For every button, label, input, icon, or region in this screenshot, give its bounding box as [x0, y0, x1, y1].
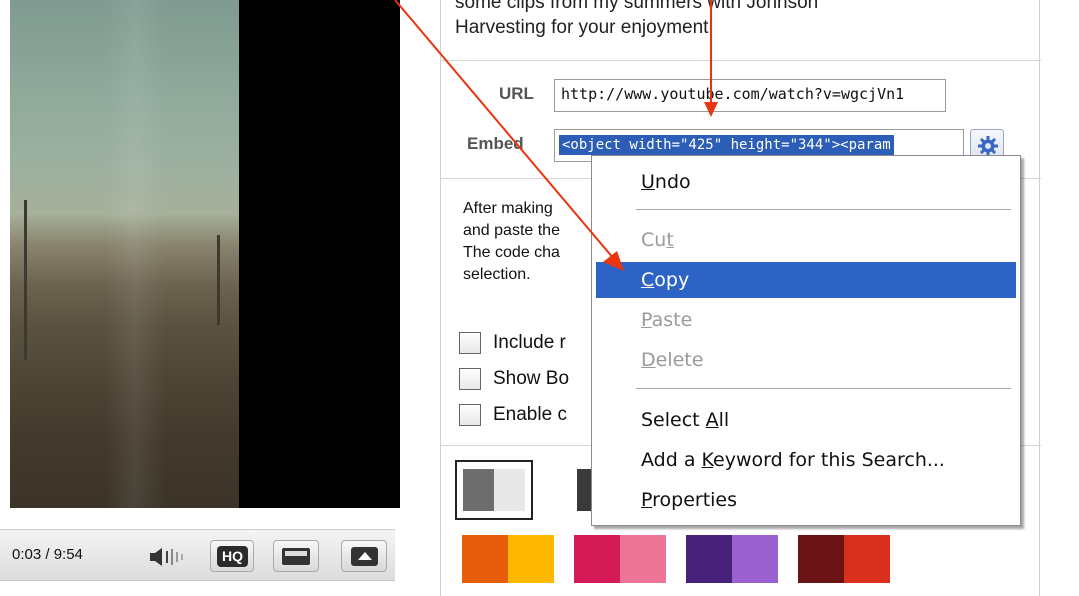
utility-pole [24, 200, 27, 360]
swatch-color-block [574, 535, 620, 583]
embed-label: Embed [467, 134, 524, 153]
menu-item-accesskey: C [641, 269, 655, 291]
swatch-color-block [463, 469, 494, 511]
color-swatch[interactable] [463, 469, 525, 511]
swatch-color-block [494, 469, 525, 511]
hq-label: HQ [217, 546, 248, 567]
url-field[interactable]: http://www.youtube.com/watch?v=wgcjVn1 [554, 79, 946, 112]
menu-item-accesskey: t [666, 229, 674, 251]
option-label: Include r [493, 332, 566, 353]
menu-item-add-keyword[interactable]: Add a Keyword for this Search... [596, 442, 1016, 478]
checkbox[interactable] [459, 368, 481, 390]
menu-item-properties[interactable]: Properties [596, 482, 1016, 518]
menu-item-label: Select [641, 409, 706, 431]
fullscreen-button[interactable] [341, 540, 387, 572]
menu-item-label: Add a [641, 449, 702, 471]
menu-item-label: ndo [654, 171, 691, 193]
player-controls: 0:03 / 9:54 HQ [0, 529, 395, 581]
volume-icon[interactable] [150, 548, 190, 566]
swatch-color-block [844, 535, 890, 583]
video-description: some clips from my summers with Johnson … [455, 0, 1015, 40]
option-label: Show Bo [493, 368, 570, 389]
gear-icon [978, 136, 998, 156]
checkbox[interactable] [459, 332, 481, 354]
hq-button[interactable]: HQ [210, 540, 254, 572]
swatch-color-block [686, 535, 732, 583]
menu-item-accesskey: P [641, 489, 653, 511]
menu-item-label: Cu [641, 229, 667, 251]
color-swatch[interactable] [686, 535, 778, 583]
option-label: Enable c [493, 404, 567, 425]
option-show-border[interactable]: Show Bo [459, 368, 599, 394]
menu-item-label: elete [655, 349, 704, 371]
fullscreen-icon [351, 547, 378, 566]
color-swatch[interactable] [462, 535, 554, 583]
menu-item-undo[interactable]: Undo [596, 164, 1016, 200]
embed-code-selection: <object width="425" height="344"><param [559, 135, 894, 155]
swatch-color-block [620, 535, 666, 583]
menu-item-cut[interactable]: Cut [596, 222, 1016, 258]
menu-item-label: eyword for this Search... [713, 449, 945, 471]
menu-separator [636, 388, 1011, 389]
menu-item-copy[interactable]: Copy [596, 262, 1016, 298]
menu-item-accesskey: K [701, 449, 714, 471]
menu-item-paste[interactable]: Paste [596, 302, 1016, 338]
menu-item-label: aste [651, 309, 693, 331]
url-label: URL [499, 84, 534, 103]
swatch-color-block [732, 535, 778, 583]
swatch-color-block [798, 535, 844, 583]
menu-item-delete[interactable]: Delete [596, 342, 1016, 378]
checkbox[interactable] [459, 404, 481, 426]
menu-item-accesskey: D [641, 349, 656, 371]
video-player[interactable] [10, 0, 400, 508]
option-enable[interactable]: Enable c [459, 404, 599, 430]
player-size-icon [282, 548, 310, 565]
player-size-button[interactable] [273, 540, 319, 572]
color-swatch[interactable] [798, 535, 890, 583]
time-display: 0:03 / 9:54 [12, 546, 83, 563]
menu-item-accesskey: U [641, 171, 655, 193]
menu-item-select-all[interactable]: Select All [596, 402, 1016, 438]
menu-item-accesskey: A [705, 409, 719, 431]
video-glare [105, 0, 165, 508]
description-line: Harvesting for your enjoyment! [455, 17, 714, 38]
color-swatch[interactable] [574, 535, 666, 583]
menu-item-label: opy [654, 269, 690, 291]
divider [441, 60, 1041, 61]
menu-item-accesskey: P [641, 309, 652, 331]
menu-separator [636, 209, 1011, 210]
option-include-related[interactable]: Include r [459, 332, 599, 358]
swatch-color-block [462, 535, 508, 583]
menu-item-label: ll [718, 409, 730, 431]
description-line: some clips from my summers with Johnson [455, 0, 819, 13]
menu-item-label: roperties [652, 489, 738, 511]
context-menu: Undo Cut Copy Paste Delete Select All Ad… [591, 155, 1021, 526]
utility-pole [217, 235, 220, 325]
swatch-color-block [508, 535, 554, 583]
